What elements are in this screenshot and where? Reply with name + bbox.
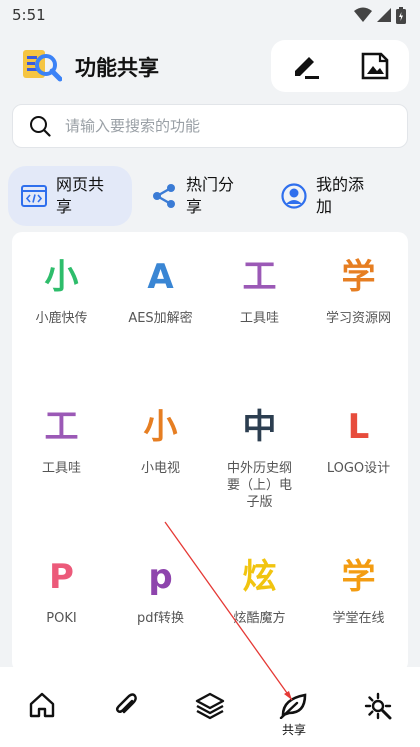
grid-item[interactable]: 学学习资源网	[309, 250, 408, 400]
grid-item[interactable]: A AES加解密	[111, 250, 210, 400]
grid-item-icon: 中	[242, 407, 277, 447]
grid-item-label: LOGO设计	[326, 461, 391, 476]
grid-item-label: 小电视	[140, 461, 180, 476]
user-icon	[280, 182, 308, 210]
wifi-icon	[354, 7, 372, 22]
share-icon	[150, 182, 178, 210]
status-time: 5:51	[12, 6, 46, 24]
tab-my-added[interactable]: 我的添加	[268, 166, 392, 226]
grid-item[interactable]: 小小电视	[111, 400, 210, 550]
search-bar	[12, 104, 408, 148]
search-input[interactable]	[65, 117, 385, 135]
tab-label: 我的添加	[316, 175, 365, 216]
grid-item-label: 学习资源网	[325, 311, 391, 326]
grid-item-icon: 炫	[242, 557, 277, 597]
grid-item-label: 工具哇	[239, 311, 279, 326]
grid-item[interactable]: 工工具哇	[12, 400, 111, 550]
nav-layers[interactable]	[180, 691, 240, 721]
tab-label: 网页共享	[56, 175, 105, 216]
category-tabs: 网页共享 热门分享 我的添加	[8, 166, 412, 226]
grid-item-icon: 小	[44, 257, 79, 297]
battery-icon	[396, 6, 406, 24]
grid-item-icon: 学	[341, 257, 376, 297]
home-icon	[29, 692, 55, 718]
page-title: 功能共享	[75, 56, 159, 80]
grid-item-icon: L	[347, 407, 370, 447]
status-bar: 5:51	[0, 0, 420, 30]
grid-item-label: 小鹿快传	[35, 311, 88, 326]
grid-item-icon: 小	[143, 407, 178, 447]
grid-item-icon: 学	[341, 557, 376, 597]
tab-hot-share[interactable]: 热门分享	[138, 166, 262, 226]
function-grid: 小小鹿快传 A AES加解密工工具哇学学习资源网工工具哇小小电视中中外历史纲要（上）…	[12, 232, 408, 672]
grid-item[interactable]: 工工具哇	[210, 250, 309, 400]
bottom-nav: 共享	[0, 667, 420, 747]
grid-item-label: 炫酷魔方	[233, 611, 286, 626]
grid-item[interactable]: L LOGO设计	[309, 400, 408, 550]
paperclip-icon	[116, 693, 137, 714]
app-header: 功能共享	[0, 38, 420, 94]
signal-icon	[377, 8, 391, 22]
edit-button[interactable]	[286, 46, 326, 86]
grid-item[interactable]: P POKI	[12, 550, 111, 672]
image-file-icon	[361, 52, 388, 80]
tab-web-share[interactable]: 网页共享	[8, 166, 132, 226]
header-actions	[271, 40, 409, 92]
grid-item[interactable]: p pdf转换	[111, 550, 210, 672]
grid-item[interactable]: 炫炫酷魔方	[210, 550, 309, 672]
web-code-icon	[20, 182, 48, 210]
grid-item-label: pdf转换	[136, 611, 185, 626]
layers-icon	[195, 692, 225, 720]
grid-item-icon: P	[49, 557, 74, 597]
nav-home[interactable]	[12, 691, 72, 719]
image-button[interactable]	[355, 46, 395, 86]
grid-item-icon: 工	[242, 257, 277, 297]
grid-item-label: 学堂在线	[332, 611, 385, 626]
grid-item-label: 工具哇	[41, 461, 81, 476]
nav-settings[interactable]	[348, 691, 408, 721]
nav-share[interactable]: 共享	[264, 691, 324, 738]
tab-label: 热门分享	[186, 175, 235, 216]
grid-item-label: 中外历史纲要（上）电子版	[226, 461, 292, 510]
grid-item-icon: 工	[44, 407, 79, 447]
app-logo-icon	[23, 50, 62, 82]
grid-item-label: AES加解密	[128, 311, 193, 326]
leaf-icon	[279, 693, 307, 719]
gear-wrench-icon	[364, 692, 392, 720]
nav-attachment[interactable]	[96, 691, 156, 719]
grid-item-label: POKI	[46, 611, 77, 626]
grid-item-icon: p	[148, 557, 173, 597]
status-icons	[354, 6, 406, 24]
search-icon	[30, 116, 51, 137]
edit-icon	[294, 57, 319, 79]
grid-item[interactable]: 学学堂在线	[309, 550, 408, 672]
nav-share-label: 共享	[281, 723, 306, 737]
grid-item-icon: A	[147, 257, 174, 297]
grid-item[interactable]: 小小鹿快传	[12, 250, 111, 400]
grid-item[interactable]: 中中外历史纲要（上）电子版	[210, 400, 309, 550]
